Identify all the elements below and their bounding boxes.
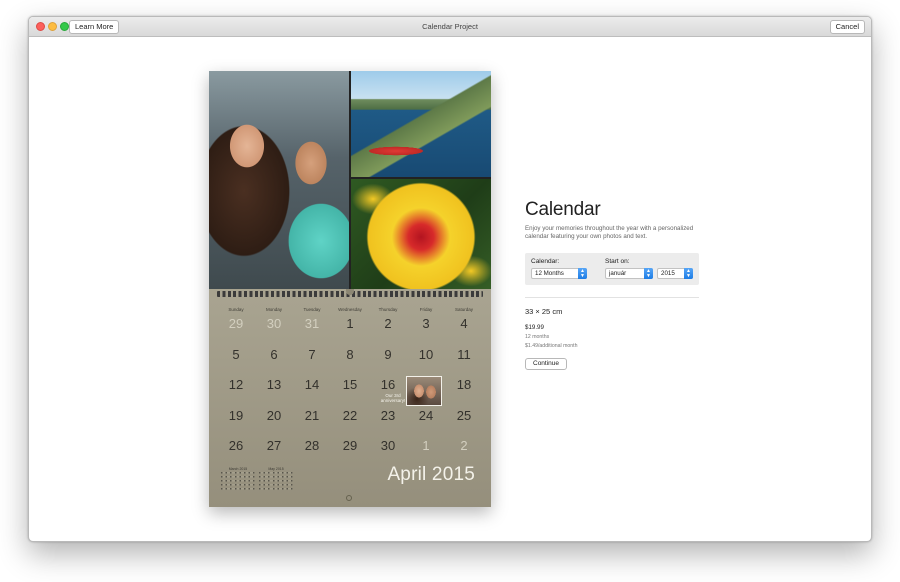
up-down-arrows-icon: ▲ ▼ <box>578 268 587 279</box>
page-indicator-icon <box>346 495 352 501</box>
couple-selfie-photo[interactable] <box>209 71 349 289</box>
hibiscus-flower-photo[interactable] <box>351 179 491 289</box>
week-row: 29 30 31 1 2 3 4 <box>217 312 483 343</box>
mini-calendar-days <box>259 472 293 492</box>
calendar-preview[interactable]: Sunday Monday Tuesday Wednesday Thursday Frid… <box>209 71 491 507</box>
day-cell[interactable]: 25 <box>445 404 483 435</box>
day-cell[interactable]: 29 <box>217 312 255 343</box>
title-bar: Learn More Calendar Project Cancel <box>29 17 871 37</box>
day-cell[interactable]: 12 <box>217 373 255 404</box>
day-cell[interactable]: 2 <box>369 312 407 343</box>
cancel-button[interactable]: Cancel <box>829 20 865 34</box>
week-row: 5 6 7 8 9 10 11 <box>217 343 483 374</box>
day-cell[interactable]: 7 <box>293 343 331 374</box>
mini-calendar-next: May 2015 <box>259 467 293 493</box>
day-cell[interactable]: 3 <box>407 312 445 343</box>
start-month-value: január <box>609 270 627 277</box>
day-cell[interactable]: 28 <box>293 434 331 465</box>
weeks-container: 2930311234567891011121314151617181920212… <box>217 312 483 465</box>
up-down-arrows-icon: ▲ ▼ <box>684 268 693 279</box>
calendar-project-window: Learn More Calendar Project Cancel Sunda… <box>28 16 872 542</box>
day-cell[interactable]: 15 <box>331 373 369 404</box>
day-cell[interactable]: 2 <box>445 434 483 465</box>
window-title: Calendar Project <box>422 22 478 31</box>
start-year-value: 2015 <box>661 270 675 277</box>
day-cell[interactable]: 23 <box>369 404 407 435</box>
day-cell[interactable]: 24 <box>407 404 445 435</box>
day-cell[interactable]: 29 <box>331 434 369 465</box>
day-cell[interactable]: 5 <box>217 343 255 374</box>
product-price: $19.99 <box>525 324 544 331</box>
day-cell[interactable]: 22 <box>331 404 369 435</box>
day-cell[interactable]: 19 <box>217 404 255 435</box>
product-description: Enjoy your memories throughout the year … <box>525 225 694 240</box>
start-year-select[interactable]: 2015 ▲ ▼ <box>657 268 693 279</box>
product-size: 33 × 25 cm <box>525 307 563 316</box>
day-cell[interactable]: 30 <box>255 312 293 343</box>
divider <box>525 297 699 298</box>
day-cell[interactable]: 20 <box>255 404 293 435</box>
calendar-length-select[interactable]: 12 Months ▲ ▼ <box>531 268 587 279</box>
day-cell[interactable]: 1 <box>407 434 445 465</box>
day-cell[interactable]: 21 <box>293 404 331 435</box>
calendar-length-label: Calendar: <box>531 258 560 265</box>
day-cell[interactable]: 4 <box>445 312 483 343</box>
start-month-select[interactable]: január ▲ ▼ <box>605 268 653 279</box>
day-cell[interactable]: 6 <box>255 343 293 374</box>
kayak-coast-photo[interactable] <box>351 71 491 177</box>
month-grid: Sunday Monday Tuesday Wednesday Thursday Frid… <box>217 307 483 465</box>
week-row: 12131415161718 <box>217 373 483 404</box>
day-cell[interactable]: 26 <box>217 434 255 465</box>
calendar-length-value: 12 Months <box>535 270 564 277</box>
week-row: 26 27 28 29 30 1 2 <box>217 434 483 465</box>
day-cell[interactable]: 8 <box>331 343 369 374</box>
month-title: April 2015 <box>387 464 475 485</box>
event-caption[interactable]: Our 3rd anniversary! <box>373 393 413 403</box>
product-title: Calendar <box>525 199 601 220</box>
day-cell[interactable]: 13 <box>255 373 293 404</box>
mini-calendar-previous: March 2015 <box>221 467 255 493</box>
months-included: 12 months <box>525 334 550 340</box>
day-cell[interactable]: 1 <box>331 312 369 343</box>
day-cell[interactable]: 31 <box>293 312 331 343</box>
day-cell[interactable]: 14 <box>293 373 331 404</box>
mini-calendar-days <box>221 472 255 492</box>
week-row: 19 20 21 22 23 24 25 <box>217 404 483 435</box>
options-box: Calendar: Start on: 12 Months ▲ ▼ január … <box>525 253 699 285</box>
day-cell[interactable]: 30 <box>369 434 407 465</box>
up-down-arrows-icon: ▲ ▼ <box>644 268 653 279</box>
day-cell[interactable]: 10 <box>407 343 445 374</box>
day-cell[interactable]: 27 <box>255 434 293 465</box>
day-cell[interactable]: 9 <box>369 343 407 374</box>
photo-collage <box>209 71 491 289</box>
additional-month-price: $1.49/additional month <box>525 343 578 349</box>
day-cell[interactable]: 11 <box>445 343 483 374</box>
continue-button[interactable]: Continue <box>525 358 568 370</box>
start-on-label: Start on: <box>605 258 630 265</box>
day-cell[interactable]: 18 <box>445 373 483 404</box>
